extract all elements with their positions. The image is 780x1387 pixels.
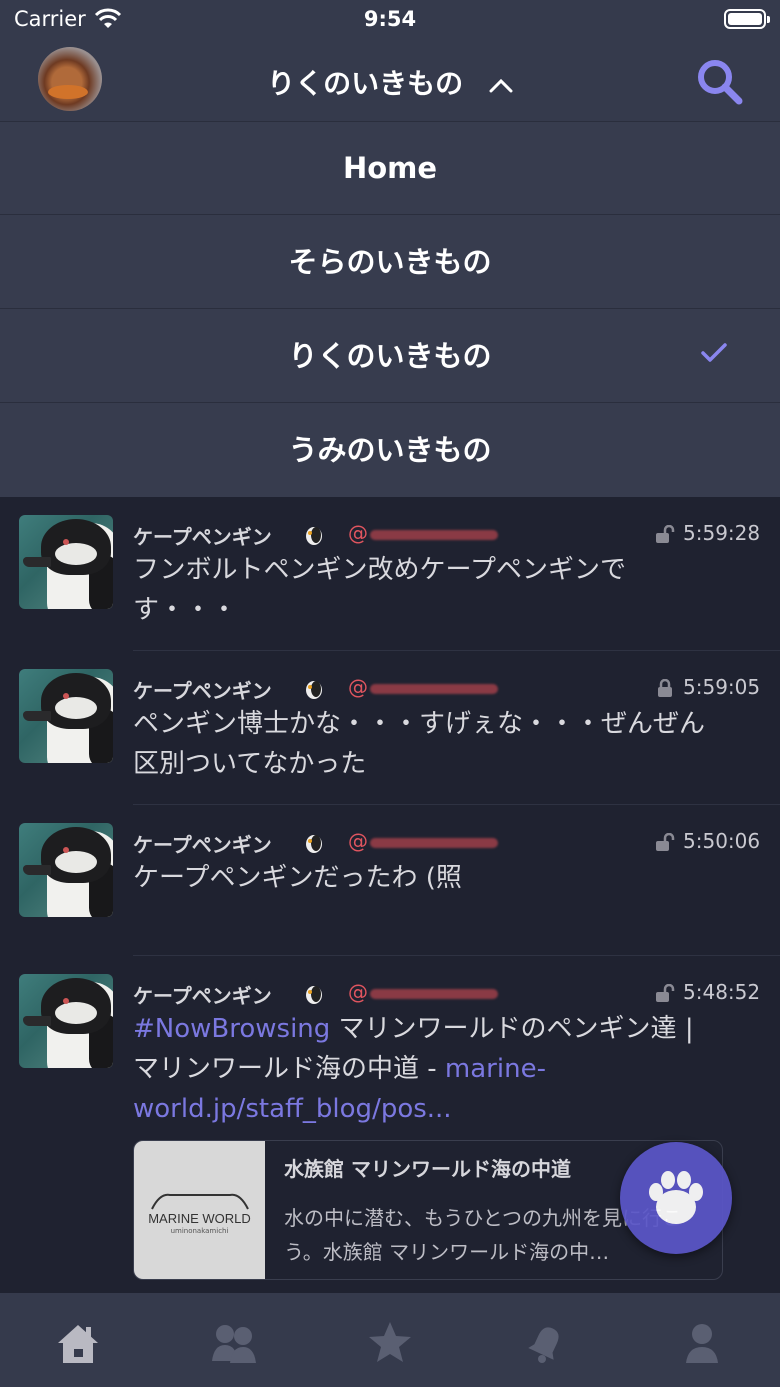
hashtag-link[interactable]: #NowBrowsing xyxy=(133,1014,330,1044)
user-avatar[interactable] xyxy=(19,515,113,609)
dropdown-item-sea[interactable]: うみのいきもの xyxy=(0,403,780,497)
timestamp: 5:59:05 xyxy=(683,675,761,699)
unlock-icon xyxy=(656,833,675,851)
checkmark-icon xyxy=(701,343,727,362)
penguin-badge-icon xyxy=(306,681,322,699)
paw-icon xyxy=(649,1171,703,1224)
tab-bar xyxy=(0,1293,780,1387)
user-avatar[interactable] xyxy=(19,669,113,763)
tweet-text: フンボルトペンギン改めケープペンギンです・・・ xyxy=(133,555,626,625)
list-dropdown: Home そらのいきもの りくのいきもの うみのいきもの xyxy=(0,122,780,497)
timeline-row[interactable]: ケープペンギン @ 5:59:28 フンボルトペンギン改めケープペンギンです・・… xyxy=(0,497,780,651)
dropdown-item-label: りくのいきもの xyxy=(288,339,492,373)
timestamp: 5:48:52 xyxy=(683,980,761,1004)
dropdown-item-sky[interactable]: そらのいきもの xyxy=(0,215,780,309)
dropdown-item-label: Home xyxy=(342,151,438,185)
person-icon[interactable] xyxy=(678,1319,726,1367)
people-icon[interactable] xyxy=(210,1319,258,1367)
chevron-up-icon xyxy=(489,78,513,93)
bell-icon[interactable] xyxy=(522,1319,570,1367)
user-avatar[interactable] xyxy=(19,974,113,1068)
dropdown-item-land[interactable]: りくのいきもの xyxy=(0,309,780,403)
penguin-badge-icon xyxy=(306,986,322,1004)
user-handle: @ xyxy=(348,521,498,545)
user-handle: @ xyxy=(348,829,498,853)
battery-icon xyxy=(724,9,770,29)
timestamp: 5:59:28 xyxy=(683,521,761,545)
search-icon[interactable] xyxy=(694,56,746,108)
list-selector[interactable]: りくのいきもの xyxy=(0,62,780,102)
card-title: 水族館 マリンワールド海の中道 xyxy=(284,1157,571,1181)
timeline-row[interactable]: ケープペンギン @ 5:50:06 ケープペンギンだったわ (照 xyxy=(0,805,780,956)
penguin-badge-icon xyxy=(306,835,322,853)
tweet-text: #NowBrowsing マリンワールドのペンギン達 | マリンワールド海の中道… xyxy=(133,1009,713,1129)
user-name: ケープペンギン xyxy=(133,833,272,857)
card-brand: MARINE WORLD xyxy=(148,1211,251,1226)
user-handle: @ xyxy=(348,675,498,699)
lock-icon xyxy=(658,679,672,697)
star-icon[interactable] xyxy=(366,1319,414,1367)
user-handle: @ xyxy=(348,980,498,1004)
card-brand-sub: uminonakamichi xyxy=(170,1227,229,1235)
user-name: ケープペンギン xyxy=(133,679,272,703)
tweet-text: ケープペンギンだったわ (照 xyxy=(133,863,462,893)
status-bar: Carrier 9:54 xyxy=(0,0,780,40)
tweet-text: ペンギン博士かな・・・すげぇな・・・ぜんぜん区別ついてなかった xyxy=(133,709,706,779)
user-avatar[interactable] xyxy=(19,823,113,917)
timeline-row[interactable]: ケープペンギン @ 5:59:05 ペンギン博士かな・・・すげぇな・・・ぜんぜん… xyxy=(0,651,780,805)
penguin-badge-icon xyxy=(306,527,322,545)
marine-world-logo xyxy=(151,1193,249,1210)
home-icon[interactable] xyxy=(54,1319,102,1367)
nav-title: りくのいきもの xyxy=(267,67,464,100)
clock: 9:54 xyxy=(363,7,417,31)
user-name: ケープペンギン xyxy=(133,984,272,1008)
unlock-icon xyxy=(656,525,675,543)
user-name: ケープペンギン xyxy=(133,525,272,549)
dropdown-item-home[interactable]: Home xyxy=(0,122,780,215)
timestamp: 5:50:06 xyxy=(683,829,761,853)
dropdown-item-label: そらのいきもの xyxy=(288,245,492,279)
card-thumbnail: MARINE WORLD uminonakamichi xyxy=(134,1141,265,1279)
compose-button[interactable] xyxy=(620,1142,732,1254)
unlock-icon xyxy=(656,984,675,1002)
nav-bar: りくのいきもの xyxy=(0,40,780,122)
dropdown-item-label: うみのいきもの xyxy=(288,433,492,467)
